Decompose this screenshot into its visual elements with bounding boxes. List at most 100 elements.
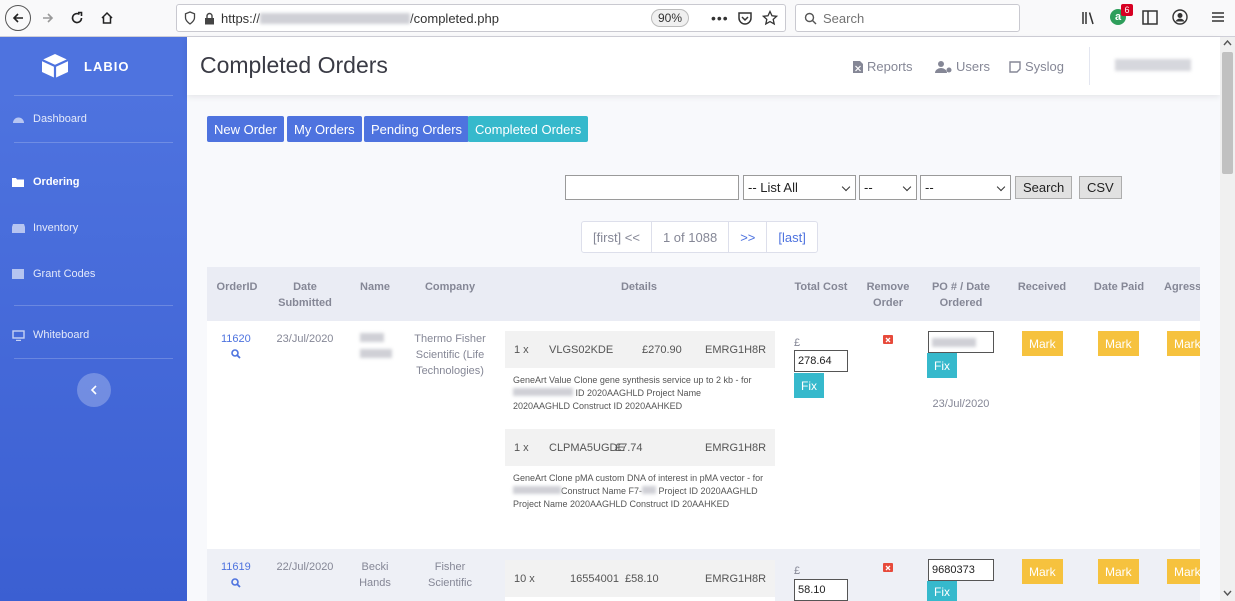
address-bar[interactable]: https:// /completed.php 90% ••• <box>176 4 786 32</box>
page-actions-icon[interactable]: ••• <box>711 11 729 25</box>
users-link[interactable]: Users <box>935 59 990 74</box>
item-qty: 1 x <box>514 441 529 454</box>
item-description: GeneArt Value Clone gene synthesis servi… <box>505 368 775 429</box>
desc-line: GeneArt Clone pMA custom DNA of interest… <box>513 473 764 483</box>
list-filter-select[interactable]: -- List All <box>743 175 856 200</box>
sidebar-item-grant-codes[interactable]: Grant Codes <box>0 251 187 297</box>
desc-text: Construct Name F7- <box>561 486 643 496</box>
user-name-redacted[interactable] <box>1115 59 1191 71</box>
menu-icon[interactable] <box>1211 10 1225 24</box>
browser-toolbar: https:// /completed.php 90% ••• Search a… <box>0 0 1235 37</box>
reload-icon[interactable] <box>64 5 90 31</box>
col-details: Details <box>620 281 658 293</box>
home-icon[interactable] <box>94 5 120 31</box>
scroll-down-icon[interactable] <box>1223 590 1232 596</box>
search-button[interactable]: Search <box>1015 176 1073 199</box>
last-page-link[interactable]: [last] <box>767 222 816 252</box>
sidebar-item-dashboard[interactable]: Dashboard <box>0 96 187 142</box>
topbar: Completed Orders Reports Users Syslog <box>187 37 1220 95</box>
mark-paid-button[interactable]: Mark <box>1098 559 1139 584</box>
item-grant: EMRG1H8R <box>705 572 767 585</box>
remove-order-icon[interactable] <box>883 563 893 572</box>
csv-button[interactable]: CSV <box>1079 176 1122 199</box>
name-redacted <box>360 333 392 358</box>
date-ordered: 23/Jul/2020 <box>932 398 990 410</box>
item-description: GeneArt Clone pMA custom DNA of interest… <box>505 466 775 517</box>
new-order-button[interactable]: New Order <box>207 116 284 142</box>
sidebar-item-ordering[interactable]: Ordering <box>0 159 187 205</box>
library-icon[interactable] <box>1081 10 1097 26</box>
desc-line: Project Name 2020AAGHLD Construct ID 20A… <box>513 499 730 509</box>
zoom-badge[interactable]: 90% <box>650 9 689 27</box>
col-received: Received <box>1017 281 1067 293</box>
mark-received-button[interactable]: Mark <box>1022 559 1063 584</box>
item-code: CLPMA5UGDE <box>549 441 625 454</box>
chevron-left-icon <box>90 385 98 395</box>
item-code: 16554001 <box>570 572 619 585</box>
account-icon[interactable] <box>1172 9 1188 25</box>
fix-po-button[interactable]: Fix <box>927 353 957 378</box>
remove-order-icon[interactable] <box>883 335 893 344</box>
file-excel-icon <box>853 60 867 73</box>
po-number-input[interactable] <box>928 331 994 353</box>
item-price: £270.90 <box>642 343 682 356</box>
mark-paid-button[interactable]: Mark <box>1098 331 1139 356</box>
fix-po-button[interactable]: Fix <box>927 581 957 601</box>
brand[interactable]: LABIO <box>0 37 187 95</box>
desc-line: ID 2020AAGHLD Project Name <box>513 387 767 400</box>
date-submitted: 22/Jul/2020 <box>276 561 334 573</box>
sidebar-divider <box>14 358 173 359</box>
desc-line: Construct Name F7- Project ID 2020AAGHLD <box>513 485 767 498</box>
scrollbar-thumb[interactable] <box>1222 52 1233 174</box>
search-icon[interactable] <box>231 349 241 359</box>
reports-link[interactable]: Reports <box>853 59 913 74</box>
item-grant: EMRG1H8R <box>705 343 767 356</box>
url-prefix: https:// <box>221 10 261 26</box>
item-code: VLGS02KDE <box>549 343 614 356</box>
pending-orders-button[interactable]: Pending Orders <box>364 116 470 142</box>
col-agress: Agress <box>1164 281 1200 293</box>
po-number-input[interactable]: 9680373 <box>928 559 994 581</box>
fix-cost-button[interactable]: Fix <box>794 373 824 398</box>
sidebar-item-label: Dashboard <box>33 113 87 125</box>
mark-agress-button[interactable]: Mark <box>1167 559 1200 584</box>
company: Thermo Fisher Scientific (Life Technolog… <box>414 333 486 377</box>
back-icon[interactable] <box>5 5 31 31</box>
next-page-link[interactable]: >> <box>729 222 768 252</box>
filter-select-2[interactable]: -- <box>859 175 917 200</box>
search-icon[interactable] <box>231 578 241 588</box>
item-grant: EMRG1H8R <box>705 441 767 454</box>
my-orders-button[interactable]: My Orders <box>287 116 362 142</box>
filter-select-3[interactable]: -- <box>920 175 1011 200</box>
reports-label: Reports <box>867 59 913 74</box>
notification-badge: 6 <box>1121 4 1133 16</box>
first-page-link[interactable]: [first] << <box>582 222 652 252</box>
total-cost-input[interactable]: 278.64 <box>794 350 848 372</box>
table-icon <box>12 269 25 280</box>
item-price: £7.74 <box>615 441 643 454</box>
browser-search-input[interactable]: Search <box>795 4 1020 32</box>
total-cost-input[interactable]: 58.10 <box>794 579 848 601</box>
order-details: 1 x VLGS02KDE £270.90 EMRG1H8R GeneArt V… <box>505 331 775 525</box>
completed-orders-button[interactable]: Completed Orders <box>468 116 589 142</box>
mark-received-button[interactable]: Mark <box>1022 331 1063 356</box>
forward-icon[interactable] <box>35 5 61 31</box>
search-placeholder: Search <box>823 10 865 26</box>
mark-agress-button[interactable]: Mark <box>1167 331 1200 356</box>
date-submitted: 23/Jul/2020 <box>276 333 334 345</box>
bookmark-star-icon[interactable] <box>762 10 778 26</box>
order-id-link[interactable]: 11619 <box>221 561 251 573</box>
scroll-up-icon[interactable] <box>1223 40 1232 46</box>
pocket-icon[interactable] <box>737 11 753 26</box>
item-qty: 10 x <box>514 572 535 585</box>
pagination: [first] << 1 of 1088 >> [last] <box>581 221 818 253</box>
sidebar-item-whiteboard[interactable]: Whiteboard <box>0 312 187 358</box>
sidebar-toggle-icon[interactable] <box>1142 10 1158 25</box>
sidebar-divider <box>14 142 173 143</box>
po-redacted <box>932 337 976 347</box>
search-input[interactable] <box>565 175 739 200</box>
sidebar-collapse-button[interactable] <box>76 373 111 407</box>
sidebar-item-inventory[interactable]: Inventory <box>0 205 187 251</box>
order-id-link[interactable]: 11620 <box>221 333 251 345</box>
syslog-link[interactable]: Syslog <box>1009 59 1064 74</box>
